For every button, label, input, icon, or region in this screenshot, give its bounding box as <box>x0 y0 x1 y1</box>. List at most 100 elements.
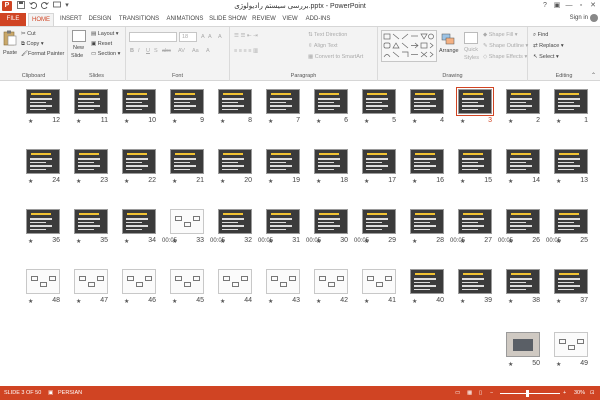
find-button[interactable]: ⌕ Find <box>533 31 548 39</box>
text-shadow-button[interactable]: S <box>154 47 158 55</box>
paste-button[interactable]: Paste <box>3 49 17 57</box>
slide-animation-star-icon[interactable]: ★ <box>460 178 465 185</box>
font-color-button[interactable]: A <box>206 47 210 55</box>
slide-thumbnail[interactable] <box>458 209 492 234</box>
section-button[interactable]: ▭ Section ▾ <box>91 50 120 58</box>
slide-animation-star-icon[interactable]: ★ <box>412 238 417 245</box>
sign-in-link[interactable]: Sign in <box>570 15 588 21</box>
italic-button[interactable]: I <box>138 47 140 55</box>
character-spacing-icon[interactable]: AV <box>178 47 185 55</box>
slide-thumbnail[interactable] <box>456 87 494 116</box>
slide-animation-star-icon[interactable]: ★ <box>28 118 33 125</box>
slide-animation-star-icon[interactable]: ★ <box>556 178 561 185</box>
slide-animation-star-icon[interactable]: ★ <box>124 238 129 245</box>
new-slide-button[interactable]: New <box>73 44 84 52</box>
slide-thumbnail[interactable] <box>506 149 540 174</box>
slide-thumbnail[interactable] <box>314 149 348 174</box>
slide-animation-star-icon[interactable]: ★ <box>28 238 33 245</box>
slide-thumbnail[interactable] <box>122 269 156 294</box>
slide-thumbnail[interactable] <box>218 269 252 294</box>
zoom-level[interactable]: 30% <box>574 390 585 396</box>
slide-thumbnail[interactable] <box>74 209 108 234</box>
slide-animation-star-icon[interactable]: ★ <box>316 178 321 185</box>
tab-insert[interactable]: INSERT <box>58 13 84 26</box>
slide-thumbnail[interactable] <box>362 149 396 174</box>
slide-animation-star-icon[interactable]: ★ <box>412 298 417 305</box>
convert-smartart-button[interactable]: ▦ Convert to SmartArt <box>308 53 363 61</box>
slide-animation-star-icon[interactable]: ★ <box>316 298 321 305</box>
slide-thumbnail[interactable] <box>362 89 396 114</box>
slide-animation-star-icon[interactable]: ★ <box>268 118 273 125</box>
normal-view-icon[interactable]: ▭ <box>455 390 460 396</box>
slide-thumbnail[interactable] <box>458 149 492 174</box>
slide-thumbnail[interactable] <box>26 209 60 234</box>
slide-thumbnail[interactable] <box>362 269 396 294</box>
arrange-button[interactable]: Arrange <box>439 47 459 55</box>
slide-animation-star-icon[interactable]: ★ <box>28 178 33 185</box>
help-button[interactable]: ? <box>540 1 550 11</box>
bold-button[interactable]: B <box>130 47 134 55</box>
slide-animation-star-icon[interactable]: ★ <box>460 118 465 125</box>
zoom-out-button[interactable]: − <box>490 390 493 396</box>
shapes-gallery[interactable] <box>381 30 437 62</box>
slide-animation-star-icon[interactable]: ★ <box>508 361 513 368</box>
slide-thumbnail[interactable] <box>506 332 540 357</box>
slide-animation-star-icon[interactable]: ★ <box>412 118 417 125</box>
cut-button[interactable]: ✂ Cut <box>21 30 36 38</box>
slide-animation-star-icon[interactable]: ★ <box>76 298 81 305</box>
arrange-icon[interactable] <box>441 32 455 45</box>
zoom-slider[interactable] <box>500 393 560 394</box>
slide-animation-star-icon[interactable]: ★ <box>268 298 273 305</box>
slide-animation-star-icon[interactable]: ★ <box>172 118 177 125</box>
new-slide-icon[interactable] <box>72 30 86 42</box>
slide-thumbnail[interactable] <box>122 89 156 114</box>
slide-thumbnail[interactable] <box>314 269 348 294</box>
slide-animation-star-icon[interactable]: ★ <box>124 178 129 185</box>
slide-thumbnail[interactable] <box>74 269 108 294</box>
slide-animation-star-icon[interactable]: ★ <box>364 298 369 305</box>
tab-design[interactable]: DESIGN <box>86 13 114 26</box>
underline-button[interactable]: U <box>146 47 150 55</box>
ribbon-options-icon[interactable]: ▣ <box>552 1 562 11</box>
slide-thumbnail[interactable] <box>410 269 444 294</box>
slide-animation-star-icon[interactable]: ★ <box>508 118 513 125</box>
slide-thumbnail[interactable] <box>122 209 156 234</box>
slide-thumbnail[interactable] <box>506 269 540 294</box>
slide-thumbnail[interactable] <box>410 89 444 114</box>
slide-animation-star-icon[interactable]: ★ <box>172 298 177 305</box>
slide-thumbnail[interactable] <box>266 269 300 294</box>
slide-animation-star-icon[interactable]: ★ <box>76 118 81 125</box>
change-case-button[interactable]: Aa <box>192 47 199 55</box>
shrink-font-button[interactable]: A <box>208 33 212 41</box>
slide-animation-star-icon[interactable]: ★ <box>364 178 369 185</box>
slide-animation-star-icon[interactable]: ★ <box>364 118 369 125</box>
slide-thumbnail[interactable] <box>122 149 156 174</box>
text-direction-button[interactable]: ⇅ Text Direction <box>308 31 347 39</box>
slide-animation-star-icon[interactable]: ★ <box>556 298 561 305</box>
slide-thumbnail[interactable] <box>554 332 588 357</box>
grow-font-button[interactable]: A <box>201 33 205 41</box>
slide-thumbnail[interactable] <box>218 209 252 234</box>
slide-thumbnail[interactable] <box>26 149 60 174</box>
tab-slide-show[interactable]: SLIDE SHOW <box>208 13 248 26</box>
slide-thumbnail[interactable] <box>74 149 108 174</box>
slide-thumbnail[interactable] <box>506 89 540 114</box>
clear-formatting-button[interactable]: A <box>218 33 222 41</box>
slide-animation-star-icon[interactable]: ★ <box>220 178 225 185</box>
slide-thumbnail[interactable] <box>266 209 300 234</box>
tab-review[interactable]: REVIEW <box>250 13 278 26</box>
slide-thumbnail[interactable] <box>554 149 588 174</box>
shape-effects-button[interactable]: ◇ Shape Effects ▾ <box>483 53 527 61</box>
slide-animation-star-icon[interactable]: ★ <box>508 178 513 185</box>
restore-button[interactable]: ▫ <box>576 1 586 11</box>
slide-thumbnail[interactable] <box>266 149 300 174</box>
shape-fill-button[interactable]: ◆ Shape Fill ▾ <box>483 31 518 39</box>
font-name-combobox[interactable] <box>129 32 177 42</box>
slide-thumbnail[interactable] <box>458 269 492 294</box>
slide-animation-star-icon[interactable]: ★ <box>172 178 177 185</box>
fit-to-window-icon[interactable]: ⊡ <box>590 390 595 396</box>
paste-icon[interactable] <box>3 30 17 46</box>
slide-animation-star-icon[interactable]: ★ <box>556 118 561 125</box>
zoom-in-button[interactable]: + <box>563 390 566 396</box>
slide-thumbnail[interactable] <box>362 209 396 234</box>
